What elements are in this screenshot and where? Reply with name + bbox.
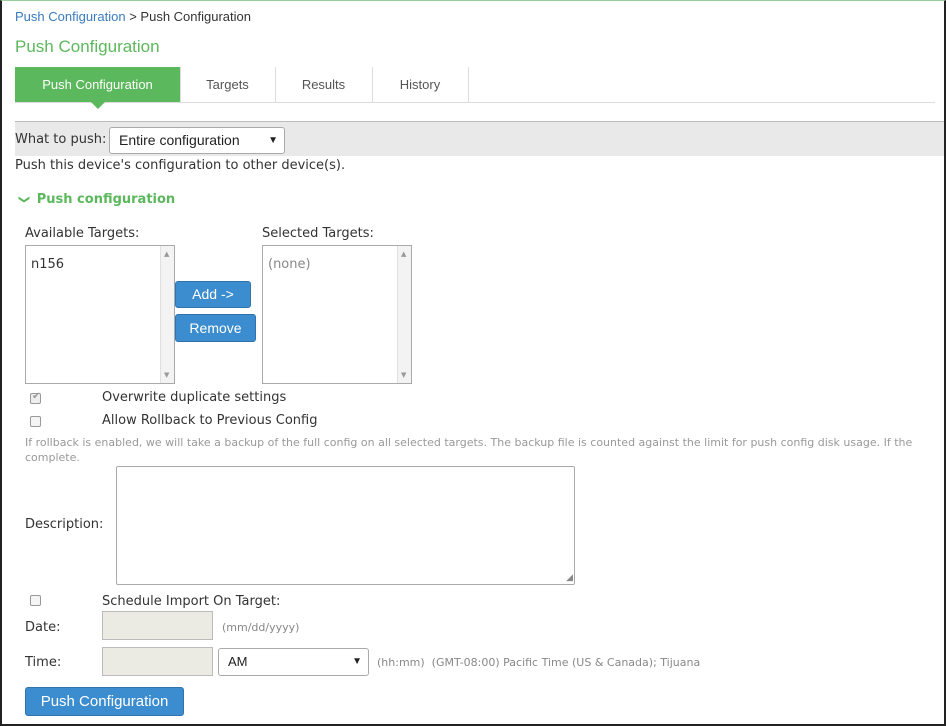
rollback-note-line-1: If rollback is enabled, we will take a b… <box>25 436 913 449</box>
schedule-label: Schedule Import On Target: <box>102 594 281 609</box>
timezone-text: (GMT-08:00) Pacific Time (US & Canada); … <box>431 656 701 669</box>
overwrite-checkbox[interactable]: ✔ <box>30 391 41 404</box>
tab-bar: Push Configuration Targets Results Histo… <box>15 67 935 109</box>
what-to-push-label: What to push: <box>15 132 107 147</box>
breadcrumb-current: Push Configuration <box>140 9 251 24</box>
check-icon: ✔ <box>32 391 41 402</box>
schedule-checkbox[interactable] <box>30 595 41 606</box>
ampm-select[interactable]: AM ▼ <box>218 648 369 676</box>
rollback-checkbox[interactable] <box>30 416 41 427</box>
section-title: Push configuration <box>36 192 176 207</box>
tab-results[interactable]: Results <box>275 67 373 102</box>
time-label: Time: <box>25 655 62 670</box>
description-textarea[interactable]: ◢ <box>116 466 575 585</box>
date-hint: (mm/dd/yyyy) <box>222 621 300 634</box>
tab-targets[interactable]: Targets <box>180 67 276 102</box>
what-to-push-value: Entire configuration <box>119 132 240 148</box>
breadcrumb-separator: > <box>129 9 137 24</box>
time-format-hint: (hh:mm) <box>377 656 425 669</box>
time-input[interactable] <box>102 647 213 676</box>
scroll-down-icon[interactable]: ▼ <box>401 371 406 379</box>
selected-targets-label: Selected Targets: <box>262 226 374 241</box>
ampm-value: AM <box>228 654 248 669</box>
scroll-down-icon[interactable]: ▼ <box>164 371 169 379</box>
date-label: Date: <box>25 620 61 635</box>
available-targets-label: Available Targets: <box>25 226 140 241</box>
add-target-button[interactable]: Add -> <box>175 281 251 308</box>
tab-history[interactable]: History <box>372 67 469 102</box>
date-input[interactable] <box>102 611 213 640</box>
breadcrumb-link[interactable]: Push Configuration <box>15 9 126 24</box>
overwrite-label: Overwrite duplicate settings <box>102 390 287 405</box>
caret-down-icon: ▼ <box>268 135 278 146</box>
page-title: Push Configuration <box>15 37 160 56</box>
chevron-down-icon: ❯ <box>18 194 32 205</box>
tab-push-configuration[interactable]: Push Configuration <box>15 67 181 109</box>
scroll-up-icon[interactable]: ▲ <box>401 250 406 258</box>
push-configuration-button[interactable]: Push Configuration <box>25 687 184 716</box>
rollback-label: Allow Rollback to Previous Config <box>102 413 318 428</box>
resize-handle-icon[interactable]: ◢ <box>566 573 573 583</box>
scrollbar[interactable]: ▲ ▼ <box>160 246 174 383</box>
breadcrumb: Push Configuration > Push Configuration <box>15 9 251 24</box>
description-label: Description: <box>25 517 104 532</box>
what-to-push-select[interactable]: Entire configuration ▼ <box>109 127 285 154</box>
rollback-note-line-2: complete. <box>25 451 80 464</box>
remove-target-button[interactable]: Remove <box>175 314 256 342</box>
list-item[interactable]: n156 <box>31 257 64 272</box>
scrollbar[interactable]: ▲ ▼ <box>397 246 411 383</box>
available-targets-list[interactable]: n156 ▲ ▼ <box>25 245 175 384</box>
selected-targets-list[interactable]: (none) ▲ ▼ <box>262 245 412 384</box>
intro-text: Push this device's configuration to othe… <box>15 158 346 173</box>
time-hint: (hh:mm) (GMT-08:00) Pacific Time (US & C… <box>377 656 700 669</box>
push-config-section-header[interactable]: ❯ Push configuration <box>18 192 176 207</box>
caret-down-icon: ▼ <box>352 656 362 667</box>
list-item: (none) <box>268 257 311 272</box>
scroll-up-icon[interactable]: ▲ <box>164 250 169 258</box>
